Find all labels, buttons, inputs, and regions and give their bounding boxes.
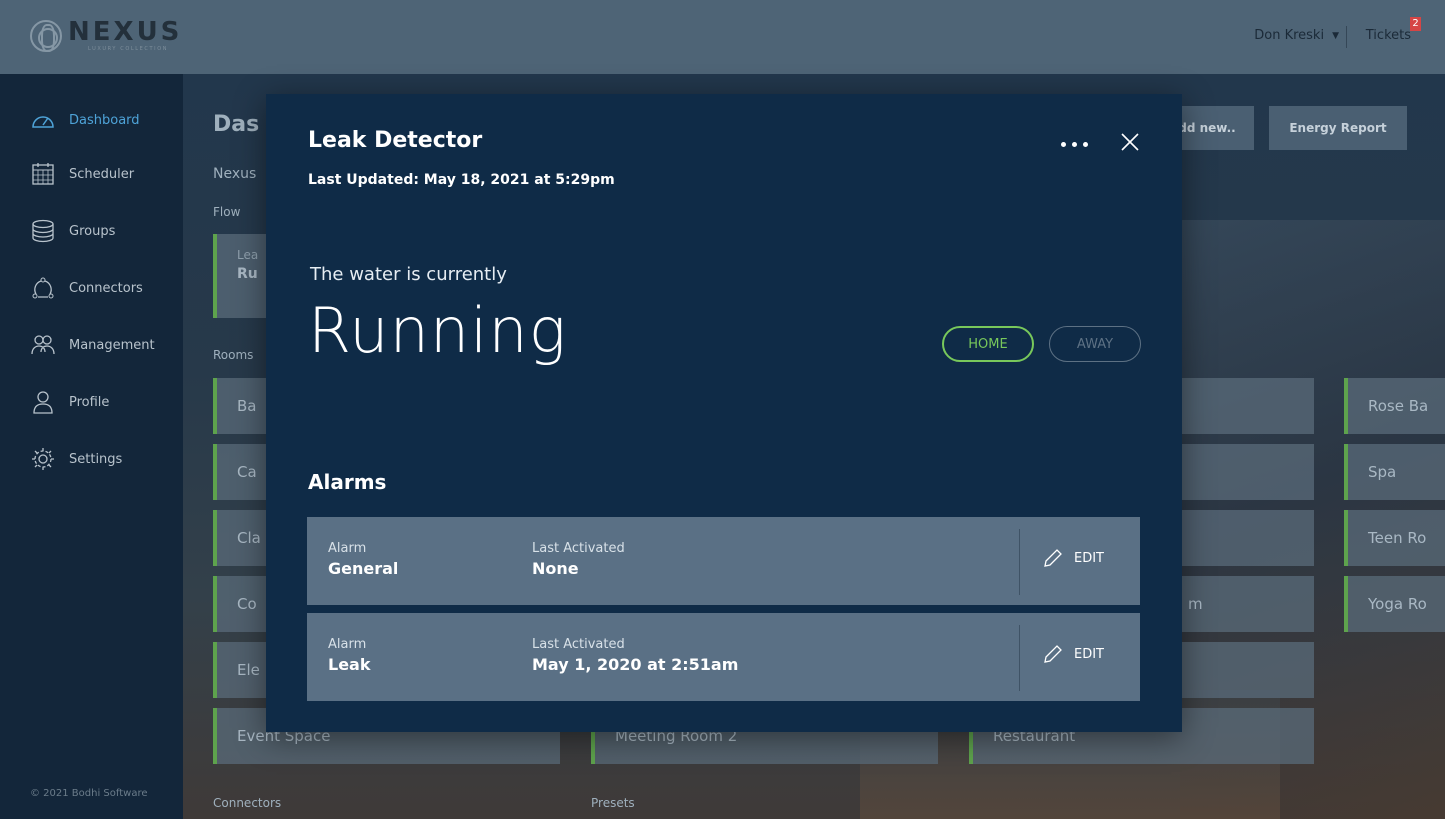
status-label: The water is currently — [310, 264, 507, 285]
last-updated-text: Last Updated: May 18, 2021 at 5:29pm — [308, 172, 615, 188]
room-card[interactable] — [1182, 642, 1314, 698]
logo-subtitle: LUXURY COLLECTION — [88, 46, 169, 52]
room-card[interactable]: Ba — [213, 378, 273, 434]
close-icon[interactable] — [1118, 130, 1142, 154]
edit-label: EDIT — [1074, 646, 1104, 662]
home-mode-button[interactable]: HOME — [942, 326, 1034, 362]
sidebar-item-scheduler[interactable]: Scheduler — [30, 162, 134, 186]
copyright: © 2021 Bodhi Software — [30, 788, 148, 799]
leak-detector-modal: Leak Detector Last Updated: May 18, 2021… — [266, 94, 1182, 732]
room-card[interactable]: Ca — [213, 444, 273, 500]
last-activated-value: May 1, 2020 at 2:51am — [532, 655, 739, 674]
divider — [1019, 529, 1020, 595]
sidebar-item-connectors[interactable]: Connectors — [30, 276, 143, 300]
status-value: Running — [308, 294, 567, 367]
pencil-icon — [1044, 645, 1062, 663]
tickets-count-badge: 2 — [1410, 17, 1421, 31]
alarms-heading: Alarms — [308, 470, 387, 494]
sidebar-item-profile[interactable]: Profile — [30, 390, 109, 414]
page-subtitle: Nexus — [213, 166, 257, 182]
sidebar-item-label: Scheduler — [69, 166, 135, 182]
sidebar-item-management[interactable]: Management — [30, 333, 155, 357]
alarm-label: Alarm — [328, 541, 367, 556]
last-activated-label: Last Activated — [532, 541, 625, 556]
room-card[interactable]: Yoga Ro — [1344, 576, 1445, 632]
room-card[interactable] — [1182, 510, 1314, 566]
user-name: Don Kreski — [1254, 28, 1325, 43]
flow-card[interactable]: Lea Ru — [213, 234, 273, 318]
room-card[interactable]: Ele — [213, 642, 273, 698]
logo-word: NEXUS — [68, 17, 183, 47]
presets-section-label: Presets — [591, 796, 635, 810]
pencil-icon — [1044, 549, 1062, 567]
dashboard-icon — [32, 116, 54, 128]
room-card[interactable]: Spa — [1344, 444, 1445, 500]
edit-alarm-button[interactable]: EDIT — [1042, 547, 1104, 569]
sidebar-item-groups[interactable]: Groups — [30, 219, 115, 243]
sidebar-item-label: Connectors — [69, 280, 143, 296]
flow-section-label: Flow — [213, 205, 241, 219]
room-card[interactable]: Cla — [213, 510, 273, 566]
rooms-section-label: Rooms — [213, 348, 254, 362]
room-card[interactable] — [1182, 444, 1314, 500]
last-activated-value: None — [532, 559, 579, 578]
more-dots-icon — [1071, 141, 1077, 147]
logo-icon — [30, 20, 62, 52]
last-activated-label: Last Activated — [532, 637, 625, 652]
room-card[interactable]: Rose Ba — [1344, 378, 1445, 434]
tickets-link[interactable]: Tickets — [1366, 28, 1411, 43]
modal-title: Leak Detector — [308, 128, 483, 153]
alarm-name: Leak — [328, 655, 371, 674]
more-dots-icon — [1082, 141, 1088, 147]
sidebar-item-settings[interactable]: Settings — [30, 447, 122, 471]
database-icon — [32, 219, 54, 243]
sidebar-item-label: Profile — [69, 394, 110, 410]
edit-alarm-button[interactable]: EDIT — [1042, 643, 1104, 665]
away-mode-button[interactable]: AWAY — [1049, 326, 1141, 362]
header-divider — [1346, 26, 1347, 48]
edit-label: EDIT — [1074, 550, 1104, 566]
more-options-button[interactable] — [1056, 134, 1092, 154]
nexus-logo[interactable]: NEXUS LUXURY COLLECTION — [30, 17, 183, 52]
sidebar-item-label: Settings — [69, 451, 123, 467]
sidebar-item-dashboard[interactable]: Dashboard — [30, 108, 140, 132]
gear-icon — [32, 448, 54, 470]
alarm-label: Alarm — [328, 637, 367, 652]
room-card[interactable] — [1182, 378, 1314, 434]
divider — [1019, 625, 1020, 691]
calendar-icon — [32, 163, 54, 185]
connectors-section-label: Connectors — [213, 796, 282, 810]
room-card[interactable]: m — [1182, 576, 1314, 632]
sidebar-item-label: Management — [69, 337, 155, 353]
users-icon — [31, 335, 55, 355]
connectors-icon — [32, 277, 54, 299]
room-card[interactable]: Teen Ro — [1344, 510, 1445, 566]
sidebar-item-label: Dashboard — [69, 112, 140, 128]
user-icon — [33, 391, 53, 414]
caret-down-icon: ▼ — [1332, 30, 1339, 41]
more-dots-icon — [1060, 141, 1066, 147]
alarm-row: Alarm General Last Activated None EDIT — [307, 517, 1140, 605]
sidebar: Dashboard Scheduler Groups Connectors Ma… — [0, 74, 183, 819]
room-card[interactable]: Co — [213, 576, 273, 632]
user-menu[interactable]: Don Kreski ▼ — [1254, 28, 1339, 43]
energy-report-button[interactable]: Energy Report — [1269, 106, 1407, 150]
sidebar-item-label: Groups — [69, 223, 116, 239]
page-title: Das — [213, 112, 260, 137]
alarm-name: General — [328, 559, 399, 578]
alarm-row: Alarm Leak Last Activated May 1, 2020 at… — [307, 613, 1140, 701]
top-bar: NEXUS LUXURY COLLECTION Don Kreski ▼ Tic… — [0, 0, 1445, 74]
